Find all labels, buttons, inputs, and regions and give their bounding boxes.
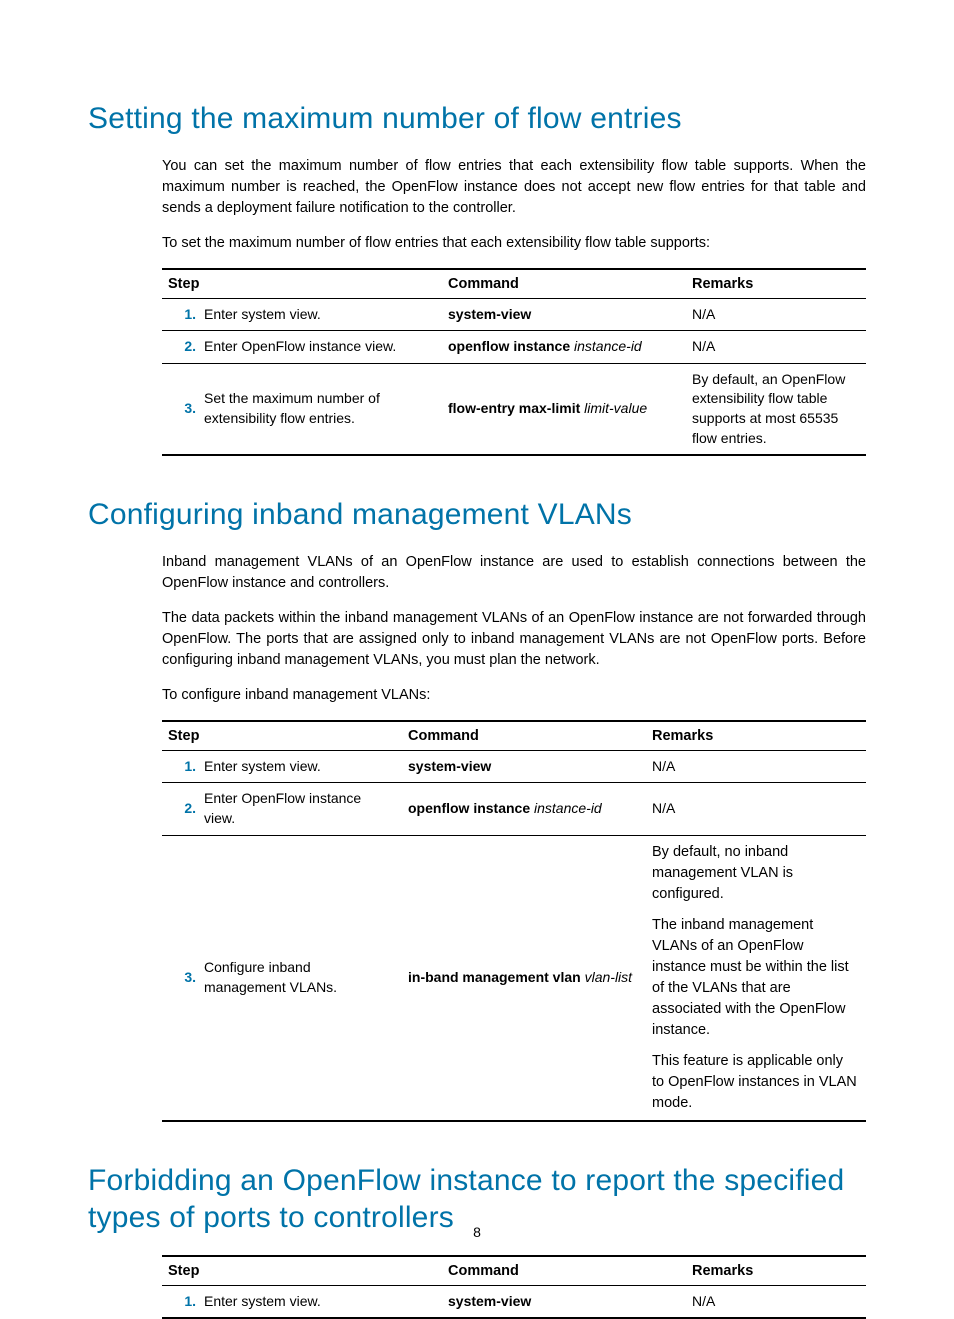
step-text: Configure inband management VLANs.	[198, 835, 402, 1121]
remarks-text: N/A	[646, 783, 866, 835]
step-text: Enter OpenFlow instance view.	[198, 331, 442, 364]
table-row: 2. Enter OpenFlow instance view. openflo…	[162, 783, 866, 835]
command-text: openflow instance instance-id	[442, 331, 686, 364]
step-text: Enter system view.	[198, 750, 402, 783]
section-max-flow-entries: Setting the maximum number of flow entri…	[88, 100, 866, 456]
paragraph: You can set the maximum number of flow e…	[162, 156, 866, 219]
table-row: 1. Enter system view. system-view N/A	[162, 750, 866, 783]
col-step: Step	[162, 269, 442, 299]
paragraph: Inband management VLANs of an OpenFlow i…	[162, 552, 866, 594]
col-command: Command	[442, 269, 686, 299]
command-text: system-view	[402, 750, 646, 783]
step-number: 1.	[162, 750, 198, 783]
content: Setting the maximum number of flow entri…	[88, 100, 866, 1319]
remarks-text: By default, no inband management VLAN is…	[646, 835, 866, 1121]
section-inband-vlans: Configuring inband management VLANs Inba…	[88, 496, 866, 1122]
step-text: Enter OpenFlow instance view.	[198, 783, 402, 835]
table-row: 1. Enter system view. system-view N/A	[162, 298, 866, 331]
page: Setting the maximum number of flow entri…	[0, 0, 954, 1296]
col-remarks: Remarks	[686, 1256, 866, 1286]
page-number: 8	[0, 1224, 954, 1240]
col-remarks: Remarks	[686, 269, 866, 299]
paragraph: To set the maximum number of flow entrie…	[162, 233, 866, 254]
step-number: 3.	[162, 363, 198, 455]
remarks-text: N/A	[686, 298, 866, 331]
col-step: Step	[162, 721, 402, 751]
remarks-text: N/A	[646, 750, 866, 783]
step-text: Set the maximum number of extensibility …	[198, 363, 442, 455]
command-text: in-band management vlan vlan-list	[402, 835, 646, 1121]
col-step: Step	[162, 1256, 442, 1286]
heading: Configuring inband management VLANs	[88, 496, 866, 534]
command-text: system-view	[442, 1285, 686, 1318]
step-number: 2.	[162, 783, 198, 835]
procedure-table: Step Command Remarks 1. Enter system vie…	[162, 268, 866, 457]
step-number: 1.	[162, 298, 198, 331]
command-text: flow-entry max-limit limit-value	[442, 363, 686, 455]
paragraph: The data packets within the inband manag…	[162, 608, 866, 671]
procedure-table: Step Command Remarks 1. Enter system vie…	[162, 720, 866, 1122]
step-text: Enter system view.	[198, 1285, 442, 1318]
col-command: Command	[402, 721, 646, 751]
col-remarks: Remarks	[646, 721, 866, 751]
remarks-text: By default, an OpenFlow extensibility fl…	[686, 363, 866, 455]
command-text: openflow instance instance-id	[402, 783, 646, 835]
remarks-text: N/A	[686, 1285, 866, 1318]
heading: Setting the maximum number of flow entri…	[88, 100, 866, 138]
paragraph: To configure inband management VLANs:	[162, 685, 866, 706]
step-number: 2.	[162, 331, 198, 364]
table-row: 1. Enter system view. system-view N/A	[162, 1285, 866, 1318]
step-text: Enter system view.	[198, 298, 442, 331]
procedure-table: Step Command Remarks 1. Enter system vie…	[162, 1255, 866, 1319]
command-text: system-view	[442, 298, 686, 331]
step-number: 3.	[162, 835, 198, 1121]
col-command: Command	[442, 1256, 686, 1286]
table-row: 3. Configure inband management VLANs. in…	[162, 835, 866, 1121]
section-forbid-report: Forbidding an OpenFlow instance to repor…	[88, 1162, 866, 1319]
table-row: 3. Set the maximum number of extensibili…	[162, 363, 866, 455]
remarks-text: N/A	[686, 331, 866, 364]
table-row: 2. Enter OpenFlow instance view. openflo…	[162, 331, 866, 364]
step-number: 1.	[162, 1285, 198, 1318]
